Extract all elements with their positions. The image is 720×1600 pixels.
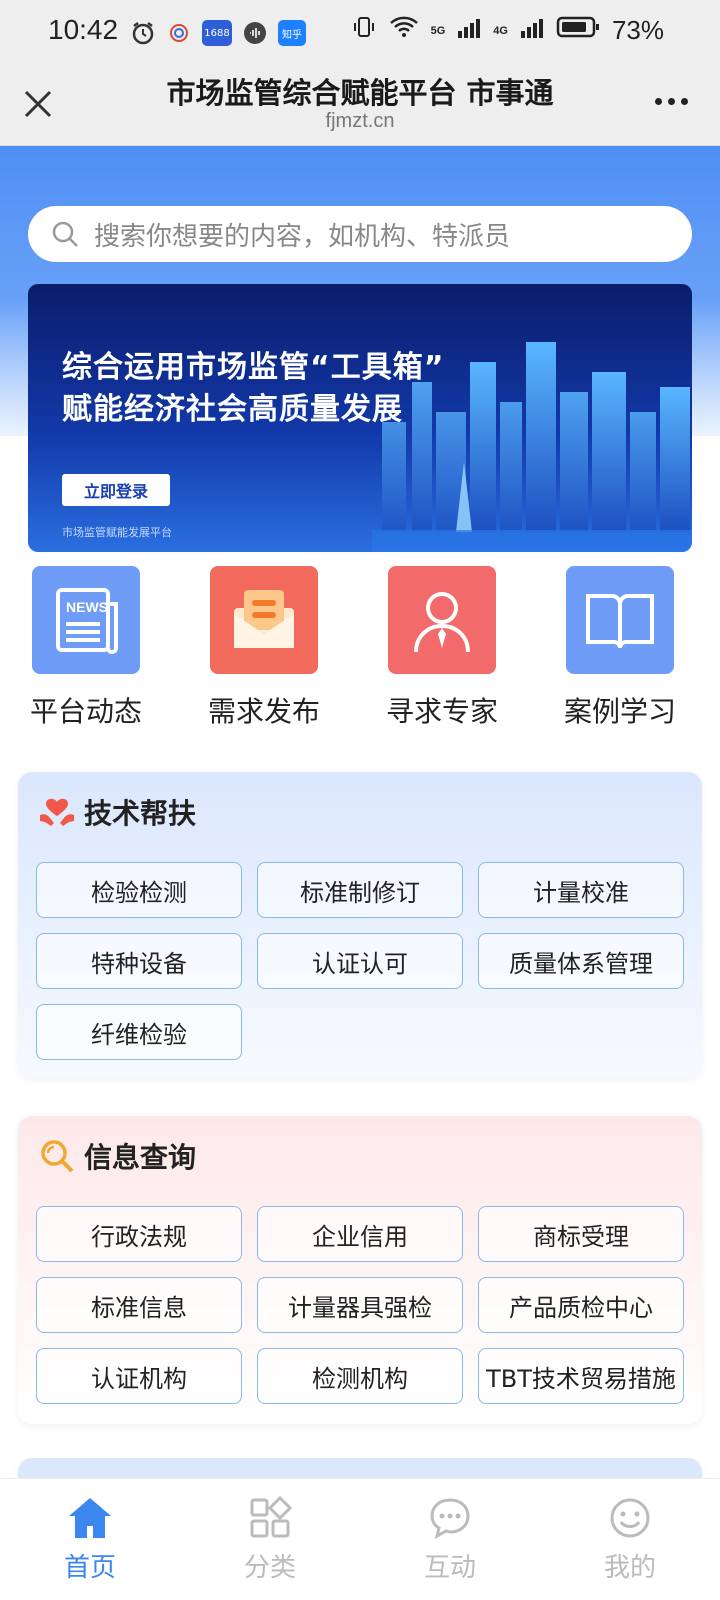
tab-mine[interactable]: 我的 [540, 1479, 720, 1600]
battery-percent: 73% [611, 15, 664, 45]
banner-headline-1: 综合运用市场监管“工具箱” [62, 350, 445, 385]
page-domain: fjmzt.cn [325, 110, 395, 132]
status-system-icons: 5G 4G 73% [351, 14, 664, 47]
browser-title-bar: 市场监管综合赋能平台 市事通 fjmzt.cn [0, 66, 720, 146]
network-4g-label: 4G [493, 24, 508, 37]
tab-label: 互动 [423, 1553, 476, 1583]
banner-footer-text: 市场监管赋能发展平台 [62, 526, 172, 539]
bottom-tab-bar: 首页 分类 互动 我的 [0, 1478, 720, 1600]
tab-interaction[interactable]: 互动 [360, 1479, 540, 1600]
banner-headline-2: 赋能经济社会高质量发展 [62, 392, 403, 427]
more-options-button[interactable] [648, 86, 694, 116]
tag-metrology-calibration[interactable]: 计量校准 [478, 862, 684, 918]
signal-4g-icon [520, 15, 544, 46]
quick-item-label: 寻求专家 [385, 695, 498, 728]
tag-measuring-instrument-inspection[interactable]: 计量器具强检 [257, 1277, 463, 1333]
quick-item-publish-demand[interactable]: 需求发布 [184, 566, 344, 730]
signal-5g-icon [457, 15, 481, 46]
home-icon [65, 1493, 115, 1543]
audio-app-icon [242, 20, 268, 46]
info-query-title: 信息查询 [84, 1141, 197, 1174]
quick-item-label: 案例学习 [563, 695, 676, 728]
status-notification-icons: 1688 知乎 [130, 20, 306, 46]
news-icon: NEWS [32, 566, 140, 674]
quick-menu: NEWS 平台动态 需求发布 寻求专家 案例学习 [0, 566, 720, 728]
search-icon [52, 221, 78, 247]
tag-administrative-regulations[interactable]: 行政法规 [36, 1206, 242, 1262]
tab-label: 我的 [603, 1553, 656, 1583]
tab-category[interactable]: 分类 [180, 1479, 360, 1600]
chat-icon [425, 1493, 475, 1543]
tech-support-header: 技术帮扶 [38, 792, 196, 832]
tab-home[interactable]: 首页 [0, 1479, 180, 1600]
tag-product-quality-center[interactable]: 产品质检中心 [478, 1277, 684, 1333]
tech-support-card: 技术帮扶 检验检测 标准制修订 计量校准 特种设备 认证认可 质量体系管理 纤维… [18, 772, 702, 1078]
status-bar: 10:42 1688 知乎 5G 4G 73% [0, 0, 720, 66]
tag-trademark-acceptance[interactable]: 商标受理 [478, 1206, 684, 1262]
login-now-button[interactable]: 立即登录 [62, 474, 170, 506]
book-icon [566, 566, 674, 674]
expert-icon [388, 566, 496, 674]
tab-label: 首页 [63, 1553, 116, 1583]
tag-certification-accreditation[interactable]: 认证认可 [257, 933, 463, 989]
tag-standard-information[interactable]: 标准信息 [36, 1277, 242, 1333]
more-dot-icon [667, 97, 675, 105]
svg-text:NEWS: NEWS [66, 599, 108, 615]
quick-item-label: 平台动态 [29, 695, 142, 728]
info-query-header: 信息查询 [38, 1136, 196, 1176]
promo-banner[interactable]: 综合运用市场监管“工具箱” 赋能经济社会高质量发展 立即登录 市场监管赋能发展平… [28, 284, 692, 552]
tech-support-tags: 检验检测 标准制修订 计量校准 特种设备 认证认可 质量体系管理 纤维检验 [36, 862, 686, 1060]
status-time: 10:42 [48, 14, 119, 45]
search-input[interactable]: 搜索你想要的内容，如机构、特派员 [28, 206, 692, 262]
more-dot-icon [654, 97, 662, 105]
battery-icon [556, 15, 600, 46]
wifi-icon [389, 15, 419, 46]
target-app-icon [166, 20, 192, 46]
more-dot-icon [680, 97, 688, 105]
quick-item-platform-news[interactable]: NEWS 平台动态 [6, 566, 166, 730]
quick-item-find-expert[interactable]: 寻求专家 [362, 566, 522, 730]
network-5g-label: 5G [430, 24, 446, 37]
tag-standard-revision[interactable]: 标准制修订 [257, 862, 463, 918]
tag-inspection-testing[interactable]: 检验检测 [36, 862, 242, 918]
envelope-icon [210, 566, 318, 674]
tag-fiber-inspection[interactable]: 纤维检验 [36, 1004, 242, 1060]
info-query-card: 信息查询 行政法规 企业信用 商标受理 标准信息 计量器具强检 产品质检中心 认… [18, 1116, 702, 1424]
helping-hands-icon [40, 798, 74, 826]
page-title: 市场监管综合赋能平台 市事通 [166, 76, 554, 110]
tag-special-equipment[interactable]: 特种设备 [36, 933, 242, 989]
vibrate-icon [351, 14, 377, 47]
tech-support-title: 技术帮扶 [84, 797, 197, 830]
info-query-tags: 行政法规 企业信用 商标受理 标准信息 计量器具强检 产品质检中心 认证机构 检… [36, 1206, 686, 1404]
quick-item-label: 需求发布 [207, 695, 320, 728]
smile-icon [605, 1493, 655, 1543]
search-placeholder: 搜索你想要的内容，如机构、特派员 [94, 221, 511, 252]
tag-certification-bodies[interactable]: 认证机构 [36, 1348, 242, 1404]
1688-app-icon: 1688 [202, 20, 232, 46]
tag-enterprise-credit[interactable]: 企业信用 [257, 1206, 463, 1262]
tab-label: 分类 [243, 1553, 296, 1583]
city-skyline-illustration [372, 342, 692, 552]
magnifier-icon [41, 1140, 74, 1173]
tag-testing-institutions[interactable]: 检测机构 [257, 1348, 463, 1404]
quick-item-case-study[interactable]: 案例学习 [540, 566, 700, 730]
alarm-icon [130, 20, 156, 46]
category-icon [245, 1493, 295, 1543]
tag-quality-system[interactable]: 质量体系管理 [478, 933, 684, 989]
tag-tbt-measures[interactable]: TBT技术贸易措施 [478, 1348, 684, 1404]
zhihu-app-icon: 知乎 [278, 20, 306, 46]
